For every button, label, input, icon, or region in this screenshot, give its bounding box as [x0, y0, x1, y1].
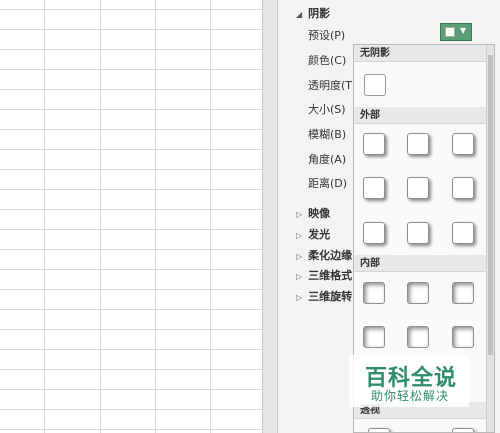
spreadsheet-grid[interactable]	[0, 0, 262, 433]
distance-label: 距离(D)	[308, 177, 348, 190]
glow-group-label: 发光	[308, 228, 331, 241]
soft-edges-group[interactable]: ▷ 柔化边缘	[296, 247, 352, 263]
collapse-triangle-icon: ▷	[296, 272, 303, 281]
outer-shadow-option[interactable]	[363, 222, 385, 244]
3d-rotation-group[interactable]: ▷ 三维旋转	[296, 288, 352, 304]
inner-shadow-option[interactable]	[407, 282, 429, 304]
perspective-shadow-option[interactable]	[368, 428, 390, 432]
expand-triangle-icon: ◢	[296, 10, 303, 19]
collapse-triangle-icon: ▷	[296, 231, 303, 240]
no-shadow-option[interactable]	[364, 74, 386, 96]
inner-shadow-option[interactable]	[452, 282, 474, 304]
3d-format-group-label: 三维格式	[308, 269, 353, 282]
outer-shadow-option[interactable]	[407, 133, 429, 155]
column-divider	[100, 0, 101, 433]
soft-edges-group-label: 柔化边缘	[308, 249, 353, 262]
watermark-subtitle: 助你轻松解决	[371, 389, 450, 403]
collapse-triangle-icon: ▷	[296, 252, 303, 261]
perspective-shadow-option[interactable]	[452, 428, 474, 432]
inner-shadow-option[interactable]	[407, 326, 429, 348]
outer-shadow-option[interactable]	[452, 133, 474, 155]
chevron-down-icon: ▼	[460, 26, 467, 35]
collapse-triangle-icon: ▷	[296, 210, 303, 219]
reflection-group[interactable]: ▷ 映像	[296, 205, 330, 221]
shadow-section-header[interactable]: ◢ 阴影	[296, 5, 330, 21]
blur-label: 模糊(B)	[308, 128, 347, 141]
column-divider	[155, 0, 156, 433]
pane-splitter[interactable]	[262, 0, 278, 433]
watermark: 百科全说 助你轻松解决	[349, 355, 469, 407]
inner-header: 内部	[354, 255, 486, 272]
no-shadow-header: 无阴影	[354, 45, 486, 62]
scrollbar-thumb[interactable]	[488, 55, 493, 355]
angle-label: 角度(A)	[308, 153, 347, 166]
inner-shadow-option[interactable]	[452, 326, 474, 348]
column-divider	[210, 0, 211, 433]
reflection-group-label: 映像	[308, 207, 331, 220]
shadow-section-title: 阴影	[308, 7, 331, 20]
outer-shadow-option[interactable]	[452, 222, 474, 244]
color-label: 颜色(C)	[308, 54, 347, 67]
outer-header: 外部	[354, 107, 486, 124]
3d-rotation-group-label: 三维旋转	[308, 290, 353, 303]
inner-shadow-option[interactable]	[363, 282, 385, 304]
column-divider	[44, 0, 45, 433]
glow-group[interactable]: ▷ 发光	[296, 226, 330, 242]
collapse-triangle-icon: ▷	[296, 293, 303, 302]
inner-shadow-option[interactable]	[363, 326, 385, 348]
outer-shadow-option[interactable]	[363, 133, 385, 155]
shadow-preset-dropdown-button[interactable]: ▼	[440, 23, 472, 41]
gallery-scrollbar[interactable]	[486, 45, 494, 432]
shadow-preview-icon	[445, 27, 455, 37]
preset-label: 预设(P)	[308, 29, 346, 42]
outer-shadow-option[interactable]	[452, 177, 474, 199]
size-label: 大小(S)	[308, 103, 346, 116]
outer-shadow-option[interactable]	[407, 177, 429, 199]
outer-shadow-option[interactable]	[407, 222, 429, 244]
outer-shadow-option[interactable]	[363, 177, 385, 199]
3d-format-group[interactable]: ▷ 三维格式	[296, 267, 352, 283]
transparency-label: 透明度(T)	[308, 79, 357, 92]
